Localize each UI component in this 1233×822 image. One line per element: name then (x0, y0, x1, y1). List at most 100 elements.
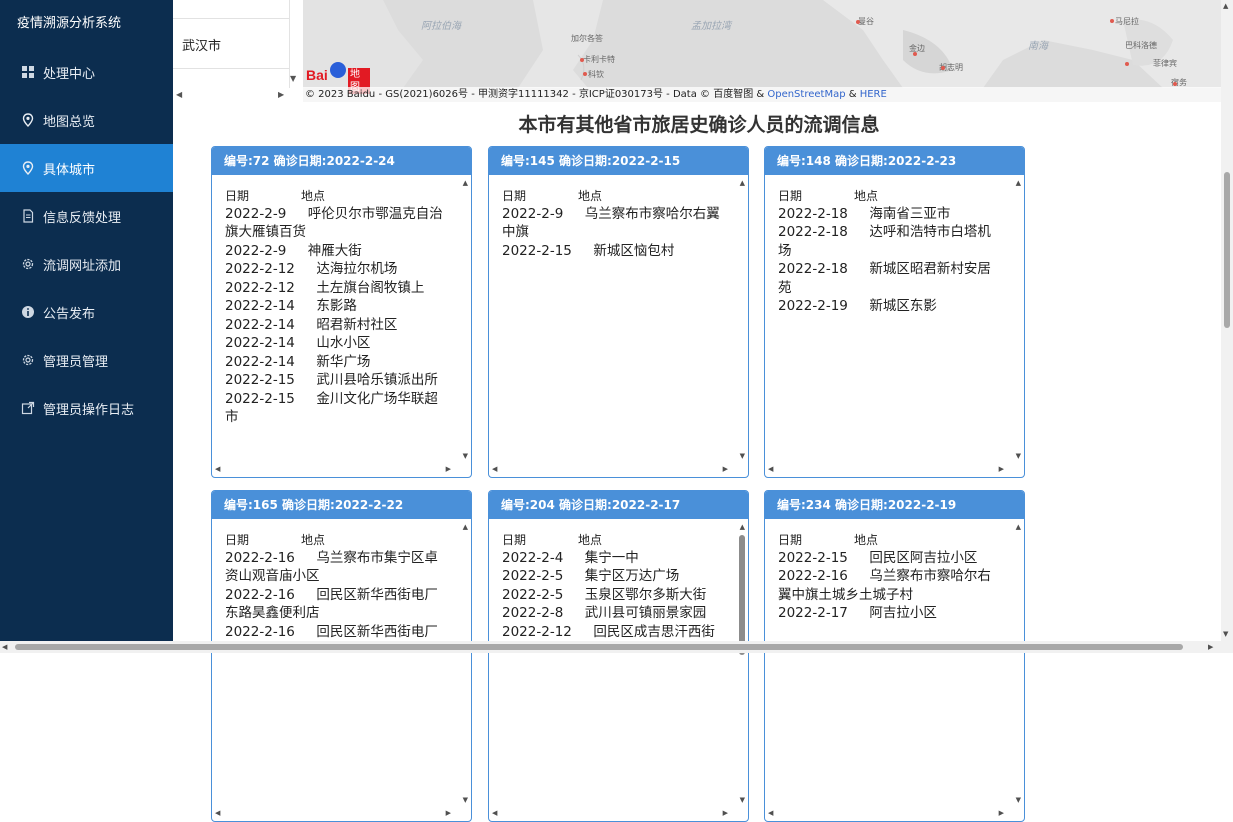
sidebar-item-label: 管理员管理 (43, 354, 109, 370)
scroll-up-arrow[interactable]: ▲ (1223, 2, 1228, 10)
scroll-thumb[interactable] (739, 535, 745, 655)
sidebar-item-5[interactable]: 流调网址添加 (0, 240, 173, 288)
scroll-up-arrow[interactable]: ▲ (740, 523, 745, 531)
scroll-up-arrow[interactable]: ▲ (740, 179, 745, 187)
itinerary-date: 2022-2-16 (225, 623, 295, 640)
sidebar-item-1[interactable]: 处理中心 (0, 48, 173, 96)
here-link[interactable]: HERE (860, 89, 887, 100)
case-card: 编号:204 确诊日期:2022-2-17 日期 地点 2022-2-4 集宁一中 20… (488, 490, 749, 822)
case-card-body[interactable]: 日期 地点 2022-2-9 乌兰察布市察哈尔右翼中旗 2022-2-15 新城区恼包… (489, 175, 748, 477)
scroll-right-arrow[interactable]: ▶ (999, 465, 1004, 473)
city-list[interactable]: 武汉市 (173, 0, 290, 88)
scroll-left-arrow[interactable]: ◀ (215, 465, 220, 473)
itinerary-list: 日期 地点 2022-2-9 乌兰察布市察哈尔右翼中旗 2022-2-15 新城区恼包… (489, 175, 748, 477)
itinerary-row: 2022-2-14 山水小区 (225, 334, 447, 353)
itinerary-row: 2022-2-12 土左旗台阁牧镇上 (225, 279, 447, 298)
scroll-up-arrow[interactable]: ▲ (463, 179, 468, 187)
scroll-down-arrow[interactable]: ▼ (1223, 630, 1228, 638)
scroll-left-arrow[interactable]: ◀ (768, 465, 773, 473)
case-card-body[interactable]: 日期 地点 2022-2-16 乌兰察布市集宁区卓资山观音庙小区 2022-2-16 … (212, 519, 471, 821)
city-list-item[interactable]: 武汉市 (182, 35, 221, 54)
app-title: 疫情溯源分析系统 (17, 16, 122, 31)
itinerary-place: 集宁一中 (584, 549, 639, 566)
scroll-left-arrow[interactable]: ◀ (492, 465, 497, 473)
scroll-left-arrow[interactable]: ◀ (492, 809, 497, 817)
column-headers: 日期 地点 (225, 531, 447, 550)
scroll-right-arrow[interactable]: ▶ (446, 809, 451, 817)
case-card-header: 编号:165 确诊日期:2022-2-22 (212, 491, 471, 519)
scroll-down-arrow[interactable]: ▼ (1016, 796, 1021, 804)
case-card-body[interactable]: 日期 地点 2022-2-18 海南省三亚市 2022-2-18 达呼和浩特市白塔机场… (765, 175, 1024, 477)
page-vertical-scrollbar[interactable]: ▲ ▼ (1221, 0, 1233, 653)
scroll-up-arrow[interactable]: ▲ (1016, 523, 1021, 531)
scroll-right-arrow[interactable]: ▶ (723, 809, 728, 817)
list-scroll-down-arrow[interactable]: ▼ (290, 74, 296, 83)
scroll-right-arrow[interactable]: ▶ (723, 465, 728, 473)
baidu-map-logo: Bai 地图 (306, 62, 370, 94)
itinerary-date: 2022-2-9 (225, 205, 287, 222)
itinerary-row: 2022-2-4 集宁一中 (502, 549, 724, 568)
sidebar-item-7[interactable]: 管理员管理 (0, 336, 173, 384)
itinerary-date: 2022-2-8 (502, 605, 564, 621)
itinerary-row: 2022-2-9 神雁大街 (225, 242, 447, 261)
sidebar-item-2[interactable]: 地图总览 (0, 96, 173, 144)
scroll-down-arrow[interactable]: ▼ (463, 796, 468, 804)
sidebar-item-8[interactable]: 管理员操作日志 (0, 384, 173, 432)
openstreetmap-link[interactable]: OpenStreetMap (767, 89, 845, 100)
sidebar: 疫情溯源分析系统 处理中心地图总览 具体城市 信息反馈处理流调网址添加 公告发布管理员… (0, 0, 173, 653)
date-column-header: 日期 (502, 189, 527, 203)
itinerary-list: 日期 地点 2022-2-18 海南省三亚市 2022-2-18 达呼和浩特市白塔机场… (765, 175, 1024, 477)
map-marker (856, 20, 860, 24)
case-card-body[interactable]: 日期 地点 2022-2-15 回民区阿吉拉小区 2022-2-16 乌兰察布市察哈尔… (765, 519, 1024, 821)
itinerary-row: 2022-2-14 新华广场 (225, 353, 447, 372)
sidebar-item-6[interactable]: 公告发布 (0, 288, 173, 336)
case-card: 编号:165 确诊日期:2022-2-22 日期 地点 2022-2-16 乌兰察布市… (211, 490, 472, 822)
scroll-left-arrow[interactable]: ◀ (215, 809, 220, 817)
map-marker (913, 52, 917, 56)
place-column-header: 地点 (301, 533, 326, 547)
itinerary-place: 回民区阿吉拉小区 (869, 549, 978, 566)
scroll-up-arrow[interactable]: ▲ (1016, 179, 1021, 187)
list-scroll-left-arrow[interactable]: ◀ (176, 90, 182, 99)
itinerary-date: 2022-2-12 (225, 279, 295, 296)
scroll-up-arrow[interactable]: ▲ (463, 523, 468, 531)
sidebar-item-3[interactable]: 具体城市 (0, 144, 173, 192)
sidebar-item-4[interactable]: 信息反馈处理 (0, 192, 173, 240)
scroll-right-arrow[interactable]: ▶ (1208, 643, 1213, 651)
itinerary-date: 2022-2-14 (225, 298, 295, 314)
scroll-down-arrow[interactable]: ▼ (740, 452, 745, 460)
map-label: 金边 (909, 44, 925, 53)
itinerary-date: 2022-2-15 (502, 242, 572, 259)
itinerary-date: 2022-2-16 (225, 586, 295, 603)
itinerary-row: 2022-2-18 海南省三亚市 (778, 205, 1000, 224)
scroll-thumb[interactable] (1224, 172, 1230, 328)
itinerary-place: 新城区恼包村 (593, 242, 675, 259)
itinerary-date: 2022-2-14 (225, 335, 295, 351)
scroll-left-arrow[interactable]: ◀ (2, 643, 7, 651)
scroll-thumb[interactable] (15, 644, 1183, 650)
case-card-body[interactable]: 日期 地点 2022-2-4 集宁一中 2022-2-5 集宁区万达广场 2022-2-… (489, 519, 748, 821)
itinerary-place: 神雁大街 (307, 242, 362, 259)
scroll-left-arrow[interactable]: ◀ (768, 809, 773, 817)
itinerary-list: 日期 地点 2022-2-4 集宁一中 2022-2-5 集宁区万达广场 2022-2-… (489, 519, 748, 821)
map-label: 加尔各答 (571, 34, 603, 43)
map-view[interactable]: 阿拉伯海 孟加拉湾 南海 曼谷 金边 胡志明 卡利卡特 科钦 加尔各答 马尼拉 … (303, 0, 1221, 102)
case-card: 编号:148 确诊日期:2022-2-23 日期 地点 2022-2-18 海南省三亚… (764, 146, 1025, 478)
sidebar-item-label: 处理中心 (43, 66, 96, 82)
scroll-right-arrow[interactable]: ▶ (446, 465, 451, 473)
itinerary-date: 2022-2-5 (502, 586, 564, 603)
scroll-down-arrow[interactable]: ▼ (463, 452, 468, 460)
page-horizontal-scrollbar[interactable]: ◀ ▶ (0, 641, 1233, 653)
itinerary-date: 2022-2-16 (778, 568, 848, 584)
case-card-body[interactable]: 日期 地点 2022-2-9 呼伦贝尔市鄂温克自治旗大雁镇百货 2022-2-9 神雁… (212, 175, 471, 477)
itinerary-date: 2022-2-17 (778, 605, 848, 621)
itinerary-date: 2022-2-4 (502, 549, 564, 566)
scroll-down-arrow[interactable]: ▼ (740, 796, 745, 804)
scroll-down-arrow[interactable]: ▼ (1016, 452, 1021, 460)
list-scroll-right-arrow[interactable]: ▶ (278, 90, 284, 99)
sidebar-item-label: 流调网址添加 (43, 258, 122, 274)
scroll-right-arrow[interactable]: ▶ (999, 809, 1004, 817)
itinerary-place: 东影路 (316, 298, 357, 314)
map-label: 菲律宾 (1153, 59, 1177, 68)
sidebar-item-label: 公告发布 (43, 306, 96, 322)
